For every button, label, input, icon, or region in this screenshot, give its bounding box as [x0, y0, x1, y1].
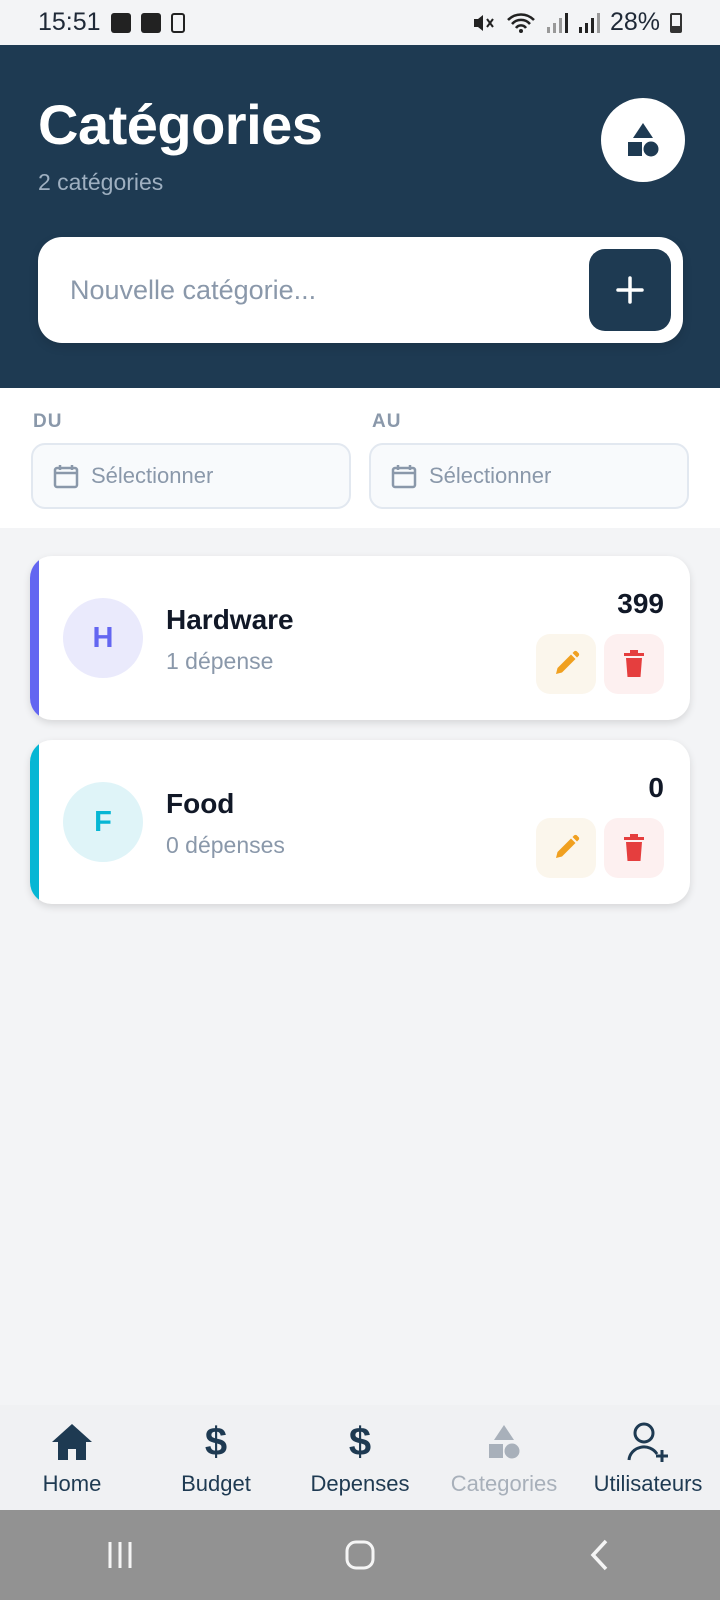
nav-label-categories: Categories: [450, 1471, 558, 1496]
home-icon: [50, 1417, 94, 1467]
back-icon[interactable]: [560, 1525, 640, 1585]
battery-icon: [670, 12, 682, 33]
nav-item-home[interactable]: Home: [0, 1405, 144, 1510]
new-category-box: [38, 237, 683, 343]
bottom-nav: Home $ Budget $ Depenses Categories Util…: [0, 1405, 720, 1510]
category-count: 0 dépenses: [166, 832, 285, 858]
phone-icon: [170, 12, 185, 33]
checkbox-icon: [140, 12, 161, 33]
dollar-icon: $: [348, 1420, 372, 1464]
to-date-placeholder: Sélectionner: [429, 463, 552, 488]
nav-item-utilisateurs[interactable]: Utilisateurs: [576, 1405, 720, 1510]
signal-icon: [546, 12, 568, 33]
recents-icon[interactable]: [80, 1525, 160, 1585]
category-name: Hardware: [166, 604, 294, 635]
pencil-icon: [556, 834, 580, 858]
signal-icon: [578, 12, 600, 33]
wifi-icon: [507, 12, 535, 33]
battery-percent: 28%: [609, 8, 660, 36]
user-add-icon: [626, 1417, 670, 1467]
category-card[interactable]: H Hardware 1 dépense 399: [30, 556, 690, 720]
trash-icon: [624, 650, 644, 677]
header: Catégories 2 catégories: [0, 45, 720, 388]
status-right: 28%: [472, 8, 682, 37]
from-label: DU: [33, 411, 63, 432]
new-category-input[interactable]: [70, 265, 550, 315]
from-date-placeholder: Sélectionner: [91, 463, 214, 488]
home-circle-icon[interactable]: [320, 1525, 400, 1585]
system-nav-bar: [0, 1510, 720, 1600]
nav-label-home: Home: [42, 1471, 102, 1496]
status-left: 15:51: [38, 8, 185, 37]
nav-item-budget[interactable]: $ Budget: [144, 1405, 288, 1510]
page-subtitle: 2 catégories: [38, 169, 164, 195]
category-total: 0: [648, 772, 664, 803]
to-label: AU: [372, 411, 402, 432]
page-title: Catégories: [38, 93, 323, 156]
category-avatar: F: [63, 782, 143, 862]
category-avatar: H: [63, 598, 143, 678]
date-filters: DU Sélectionner AU Sélectionner: [0, 388, 720, 528]
nav-label-budget: Budget: [181, 1471, 251, 1496]
nav-item-categories[interactable]: Categories: [432, 1405, 576, 1510]
image-icon: [110, 12, 131, 33]
to-date-field[interactable]: Sélectionner: [369, 443, 689, 509]
header-badge: [601, 98, 685, 182]
category-card[interactable]: F Food 0 dépenses 0: [30, 740, 690, 904]
pencil-icon: [556, 650, 580, 674]
edit-button[interactable]: [536, 634, 596, 694]
delete-button[interactable]: [604, 634, 664, 694]
shapes-icon: [628, 123, 659, 157]
category-count: 1 dépense: [166, 648, 274, 674]
card-accent: [30, 740, 39, 904]
nav-item-depenses[interactable]: $ Depenses: [288, 1405, 432, 1510]
dollar-icon: $: [204, 1420, 228, 1464]
category-total: 399: [617, 588, 664, 619]
add-category-button[interactable]: [589, 249, 671, 331]
plus-icon: [616, 276, 644, 304]
status-time: 15:51: [38, 8, 101, 36]
category-name: Food: [166, 788, 235, 819]
calendar-icon: [53, 465, 79, 489]
nav-label-utilisateurs: Utilisateurs: [593, 1471, 703, 1496]
delete-button[interactable]: [604, 818, 664, 878]
from-date-field[interactable]: Sélectionner: [31, 443, 351, 509]
edit-button[interactable]: [536, 818, 596, 878]
card-accent: [30, 556, 39, 720]
status-bar: 15:51 28%: [0, 0, 720, 45]
mute-icon: [473, 14, 494, 31]
nav-label-depenses: Depenses: [310, 1471, 410, 1496]
shapes-icon: [484, 1417, 524, 1467]
calendar-icon: [391, 465, 417, 489]
trash-icon: [624, 834, 644, 861]
